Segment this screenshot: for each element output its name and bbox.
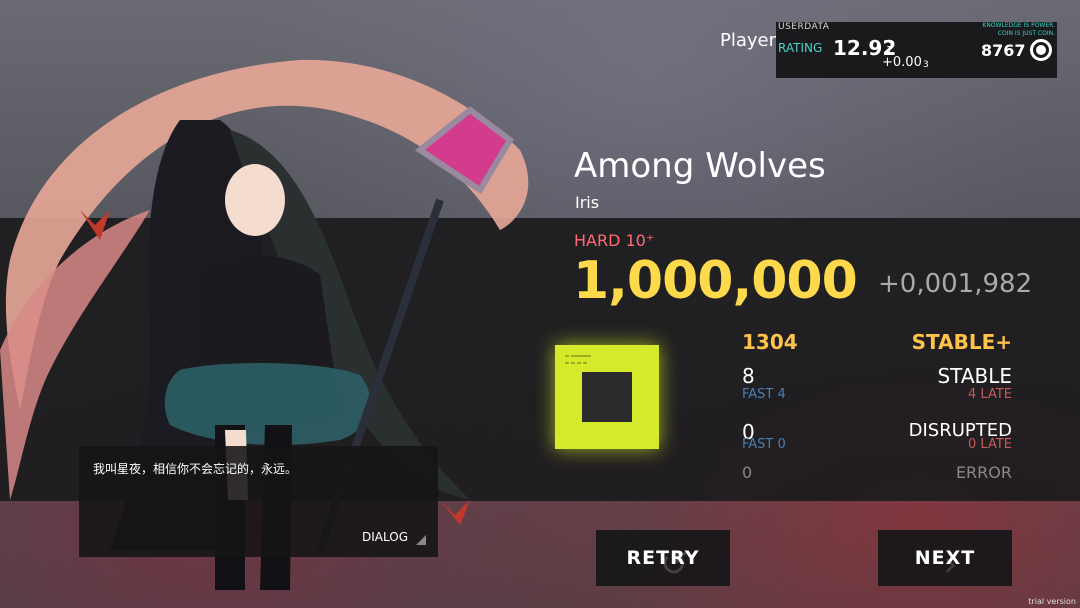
- retry-button[interactable]: ↺ RETRY: [596, 530, 730, 586]
- total-count: 1304: [742, 330, 798, 354]
- player-name[interactable]: Player: [720, 30, 776, 51]
- stable-fast: FAST 4: [742, 387, 786, 402]
- error-count: 0: [742, 463, 753, 482]
- error-label: ERROR: [955, 463, 1012, 482]
- song-artist: Iris: [575, 193, 600, 212]
- rating-delta-sub: 3: [923, 60, 929, 70]
- score-delta: +0,001,982: [878, 269, 1033, 299]
- dialog-label: DIALOG: [362, 530, 408, 544]
- coin-count: 8767: [981, 41, 1026, 60]
- userdata-label: USERDATA: [778, 22, 830, 32]
- dialog-arrow-icon: [416, 535, 426, 545]
- song-title: Among Wolves: [574, 146, 826, 186]
- rating-delta: +0.00: [882, 55, 922, 70]
- stable-late: 4 LATE: [968, 387, 1012, 402]
- next-button[interactable]: › NEXT: [878, 530, 1012, 586]
- disrupted-fast: FAST 0: [742, 437, 786, 452]
- stable-count: 8: [742, 364, 755, 388]
- stable-plus-label: STABLE+: [911, 330, 1012, 354]
- next-label: NEXT: [914, 547, 976, 569]
- userdata-note: KNOWLEDGE IS POWER. COIN IS JUST COIN.: [982, 22, 1055, 38]
- trial-version-label: trial version: [1028, 597, 1076, 606]
- note-line-2: COIN IS JUST COIN.: [997, 30, 1055, 37]
- note-line-1: KNOWLEDGE IS POWER.: [982, 22, 1055, 29]
- userdata-panel[interactable]: USERDATA KNOWLEDGE IS POWER. COIN IS JUS…: [776, 22, 1057, 78]
- rating-label: RATING: [778, 41, 823, 55]
- grade-deco-icon: [565, 355, 591, 364]
- difficulty-label: HARD 10⁺: [574, 231, 655, 250]
- dialog-text: 我叫星夜，相信你不会忘记的，永远。: [93, 462, 298, 476]
- coin-icon: [1030, 39, 1052, 61]
- score: 1,000,000: [573, 251, 858, 311]
- dialog-box[interactable]: 我叫星夜，相信你不会忘记的，永远。 DIALOG: [79, 446, 438, 557]
- stable-label: STABLE: [937, 364, 1012, 388]
- disrupted-late: 0 LATE: [968, 437, 1012, 452]
- retry-label: RETRY: [626, 547, 700, 569]
